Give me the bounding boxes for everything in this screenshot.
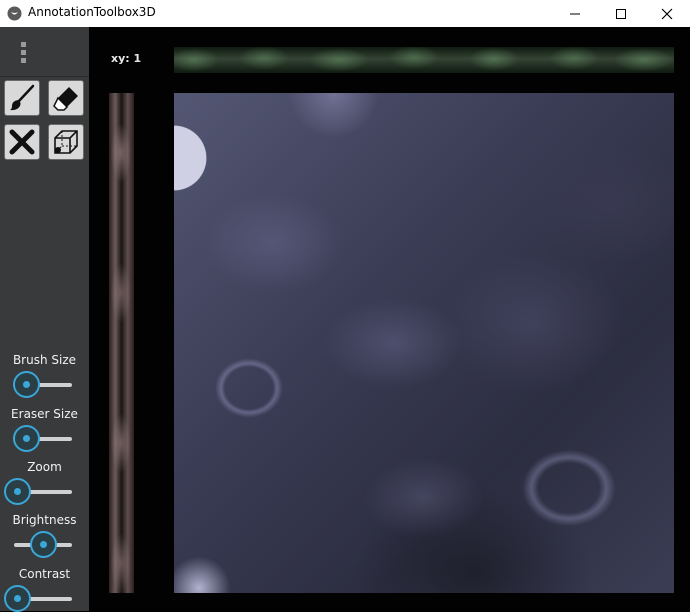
xy-slice-canvas[interactable] <box>174 93 674 593</box>
zoom-label: Zoom <box>27 460 62 474</box>
slider-thumb[interactable] <box>13 425 40 452</box>
brush-size-slider[interactable] <box>13 371 72 398</box>
slider-thumb[interactable] <box>13 371 40 398</box>
yz-slice-view[interactable] <box>109 93 134 593</box>
paintbrush-icon <box>10 84 35 111</box>
brightness-slider[interactable] <box>14 531 72 558</box>
app-logo-icon <box>7 6 22 21</box>
minimize-button[interactable] <box>552 0 598 27</box>
minimize-icon <box>570 13 580 15</box>
close-icon <box>661 8 673 20</box>
eraser-icon <box>53 87 78 111</box>
title-bar: AnnotationToolbox3D <box>0 0 690 27</box>
tool-sidebar: Brush Size Eraser Size Zoom Brightness C… <box>0 27 89 612</box>
clear-button[interactable] <box>4 124 40 160</box>
xz-slice-view[interactable] <box>174 47 674 73</box>
contrast-label: Contrast <box>18 567 71 581</box>
divider <box>0 76 89 77</box>
zoom-slider[interactable] <box>4 478 72 505</box>
slice-index-label: xy: 1 <box>111 52 142 65</box>
slider-thumb[interactable] <box>4 478 31 505</box>
brush-size-label: Brush Size <box>12 353 77 367</box>
maximize-icon <box>616 9 626 19</box>
eraser-tool-button[interactable] <box>48 80 84 116</box>
slider-thumb[interactable] <box>4 585 31 612</box>
maximize-button[interactable] <box>598 0 644 27</box>
3d-view-button[interactable] <box>48 124 84 160</box>
brightness-label: Brightness <box>12 513 77 527</box>
slider-thumb[interactable] <box>30 531 57 558</box>
cube-wireframe-icon <box>54 130 78 154</box>
contrast-slider[interactable] <box>4 585 72 612</box>
close-x-icon <box>9 129 35 155</box>
close-window-button[interactable] <box>644 0 690 27</box>
viewer-area: xy: 1 <box>89 27 690 611</box>
window-title: AnnotationToolbox3D <box>28 5 156 19</box>
eraser-size-slider[interactable] <box>13 425 72 452</box>
eraser-size-label: Eraser Size <box>11 407 78 421</box>
drag-handle-icon[interactable] <box>21 42 26 64</box>
brush-tool-button[interactable] <box>4 80 40 116</box>
